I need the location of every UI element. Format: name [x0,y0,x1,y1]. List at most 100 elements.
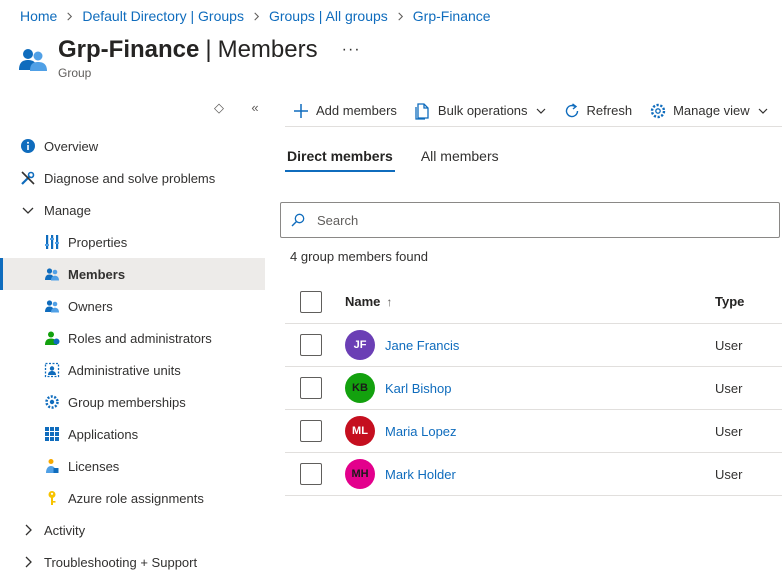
chevron-right-icon [252,12,261,21]
name-column-header[interactable]: Name ↑ [345,294,392,309]
sidebar-item-label: Licenses [68,458,120,474]
bulk-operations-label: Bulk operations [437,103,528,118]
manage-view-button[interactable]: Manage view [649,102,768,120]
sidebar-item-label: Overview [44,138,99,154]
page-subtitle: Group [58,66,92,80]
owners-icon [44,298,60,314]
type-column-header[interactable]: Type [715,294,744,309]
row-checkbox[interactable] [300,334,322,356]
sidebar-controls: ◇ « [212,100,262,116]
group-icon [18,44,48,74]
row-checkbox[interactable] [300,420,322,442]
add-members-label: Add members [316,103,397,118]
chevron-right-icon [65,12,74,21]
chevron-right-icon [396,12,405,21]
chevron-right-icon [20,554,36,570]
table-row: KB Karl Bishop User [285,367,782,410]
command-bar: Add members Bulk operations Refresh Mana… [285,95,782,127]
sidebar-item-label: Manage [44,202,91,218]
sidebar-item-licenses[interactable]: Licenses [0,450,265,482]
row-checkbox[interactable] [300,377,322,399]
sidebar-group-manage[interactable]: Manage [0,194,265,226]
page-header: Grp-Finance | Members ··· Group [18,36,361,80]
search-input[interactable] [317,212,757,228]
search-icon [291,213,305,227]
breadcrumb: Home Default Directory | Groups Groups |… [20,8,491,24]
search-box [280,202,780,238]
tab-direct-members[interactable]: Direct members [285,144,395,172]
expand-collapse-icon[interactable]: ◇ [212,100,226,116]
title-separator: | [205,36,212,63]
sidebar-item-applications[interactable]: Applications [0,418,265,450]
administrative-units-icon [44,362,60,378]
info-icon [20,138,36,154]
refresh-button[interactable]: Refresh [563,102,633,120]
chevron-right-icon [20,522,36,538]
table-row: JF Jane Francis User [285,324,782,367]
page-title: Grp-Finance [58,36,200,63]
breadcrumb-all-groups[interactable]: Groups | All groups [269,8,388,24]
member-name-link[interactable]: Karl Bishop [385,381,451,396]
sidebar-item-roles[interactable]: Roles and administrators [0,322,265,354]
sidebar-item-azure-role-assignments[interactable]: Azure role assignments [0,482,265,514]
sidebar-item-label: Group memberships [68,394,186,410]
sidebar-item-label: Troubleshooting + Support [44,554,198,570]
row-checkbox[interactable] [300,463,322,485]
sidebar-item-label: Members [68,266,126,282]
bulk-operations-button[interactable]: Bulk operations [414,102,546,120]
collapse-sidebar-icon[interactable]: « [248,100,262,116]
results-count: 4 group members found [290,249,429,264]
page-section-title: Members [217,36,318,63]
sidebar-item-label: Properties [68,234,128,250]
sidebar-item-overview[interactable]: Overview [0,130,265,162]
plus-icon [294,103,308,118]
sidebar: Overview Diagnose and solve problems Man… [0,130,265,578]
applications-grid-icon [44,426,60,442]
member-name-link[interactable]: Jane Francis [385,338,459,353]
properties-icon [44,234,60,250]
table-row: ML Maria Lopez User [285,410,782,453]
sidebar-group-activity[interactable]: Activity [0,514,265,546]
sidebar-item-group-memberships[interactable]: Group memberships [0,386,265,418]
sidebar-item-administrative-units[interactable]: Administrative units [0,354,265,386]
chevron-down-icon [758,108,768,114]
breadcrumb-home[interactable]: Home [20,8,57,24]
breadcrumb-grp-finance[interactable]: Grp-Finance [413,8,491,24]
licenses-icon [44,458,60,474]
sidebar-item-members[interactable]: Members [0,258,265,290]
gear-icon [650,103,666,118]
refresh-label: Refresh [586,103,633,118]
member-name-link[interactable]: Mark Holder [385,467,456,482]
sidebar-item-diagnose[interactable]: Diagnose and solve problems [0,162,265,194]
more-options-button[interactable]: ··· [342,40,361,60]
members-icon [44,266,60,282]
avatar: JF [345,330,375,360]
roles-icon [44,330,60,346]
sidebar-item-owners[interactable]: Owners [0,290,265,322]
add-members-button[interactable]: Add members [292,102,397,120]
refresh-icon [565,102,578,117]
member-type: User [715,337,743,353]
member-type: User [715,423,743,439]
member-name-link[interactable]: Maria Lopez [385,424,457,439]
sidebar-item-label: Diagnose and solve problems [44,170,216,186]
member-type: User [715,466,743,482]
key-icon [44,490,60,506]
sidebar-item-label: Applications [68,426,139,442]
sidebar-item-properties[interactable]: Properties [0,226,265,258]
chevron-down-icon [20,202,36,218]
member-type: User [715,380,743,396]
avatar: ML [345,416,375,446]
select-all-checkbox[interactable] [300,290,322,313]
chevron-down-icon [536,108,545,114]
breadcrumb-directory-groups[interactable]: Default Directory | Groups [82,8,244,24]
avatar: KB [345,373,375,403]
member-tabs: Direct members All members [285,144,525,172]
tab-all-members[interactable]: All members [419,144,501,172]
sidebar-item-label: Administrative units [68,362,181,378]
sidebar-group-troubleshooting[interactable]: Troubleshooting + Support [0,546,265,578]
sidebar-item-label: Roles and administrators [68,330,212,346]
sidebar-item-label: Activity [44,522,86,538]
sort-ascending-icon: ↑ [386,294,393,309]
members-table: Name ↑ Type JF Jane Francis User KB Karl… [285,280,782,496]
